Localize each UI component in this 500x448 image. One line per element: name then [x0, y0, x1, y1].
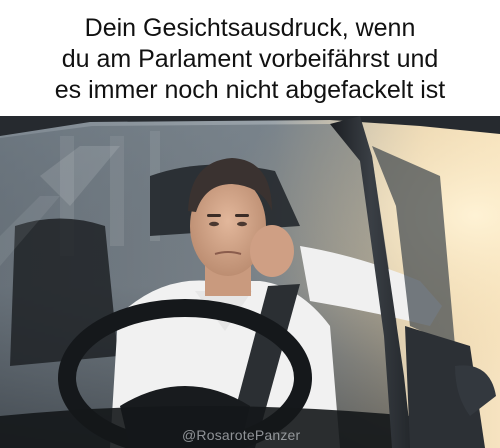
meme-image: Dein Gesichtsausdruck, wenn du am Parlam…	[0, 0, 500, 448]
caption-line-2: du am Parlament vorbeifährst und	[61, 44, 439, 73]
caption-line-1: Dein Gesichtsausdruck, wenn	[84, 13, 416, 42]
watermark: @RosarotePanzer	[182, 427, 301, 443]
photo-driver-in-car	[0, 116, 500, 448]
driver-hand	[250, 225, 294, 277]
passenger-seat	[10, 218, 118, 366]
caption-line-3: es immer noch nicht abgefackelt ist	[54, 75, 446, 104]
meme-caption: Dein Gesichtsausdruck, wenn du am Parlam…	[0, 0, 500, 116]
